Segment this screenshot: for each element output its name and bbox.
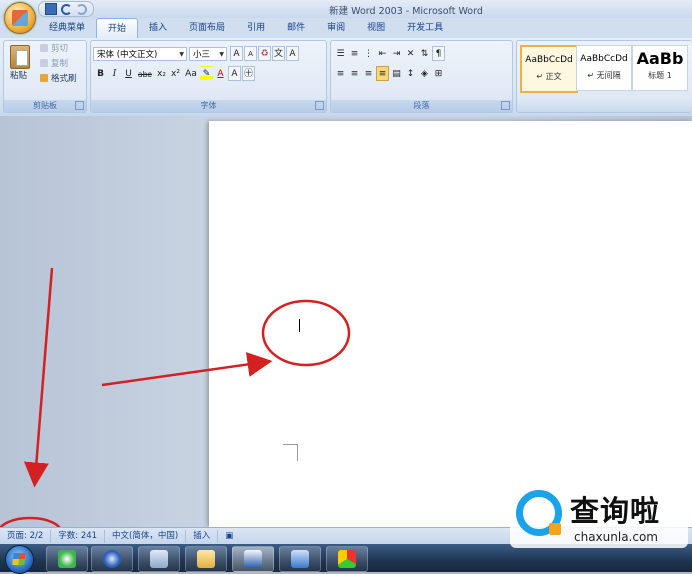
taskbar-app[interactable]	[138, 546, 180, 572]
word-icon	[244, 550, 262, 568]
taskbar-screen[interactable]	[279, 546, 321, 572]
status-language[interactable]: 中文(简体，中国)	[105, 530, 187, 543]
site-watermark: 查询啦 chaxunla.com	[510, 486, 688, 548]
taskbar-word[interactable]	[232, 546, 274, 572]
search-logo-icon	[516, 490, 562, 536]
arrow-to-cursor	[101, 352, 273, 387]
media-player-icon	[103, 550, 121, 568]
taskbar-tool[interactable]	[326, 546, 368, 572]
status-word-count[interactable]: 字数: 241	[51, 530, 106, 543]
status-page-count[interactable]: 页面: 2/2	[0, 530, 52, 543]
folder-icon	[197, 550, 215, 568]
windows-taskbar	[0, 544, 692, 574]
browser-icon	[58, 550, 76, 568]
cursor-highlight-ellipse	[261, 299, 351, 367]
start-button[interactable]	[5, 545, 34, 574]
arrow-to-status	[23, 267, 54, 488]
office-button[interactable]	[4, 2, 36, 34]
app-icon	[150, 550, 168, 568]
taskbar-explorer[interactable]	[185, 546, 227, 572]
taskbar-player[interactable]	[91, 546, 133, 572]
status-insert-mode[interactable]: 插入	[186, 530, 219, 543]
taskbar-ie[interactable]	[46, 546, 88, 572]
watermark-en: chaxunla.com	[574, 530, 658, 544]
macro-record-icon[interactable]: ▣	[218, 530, 240, 543]
office-logo-icon	[12, 10, 28, 26]
monitor-icon	[291, 550, 309, 568]
tool-icon	[338, 550, 356, 568]
watermark-cn: 查询啦	[570, 494, 661, 528]
